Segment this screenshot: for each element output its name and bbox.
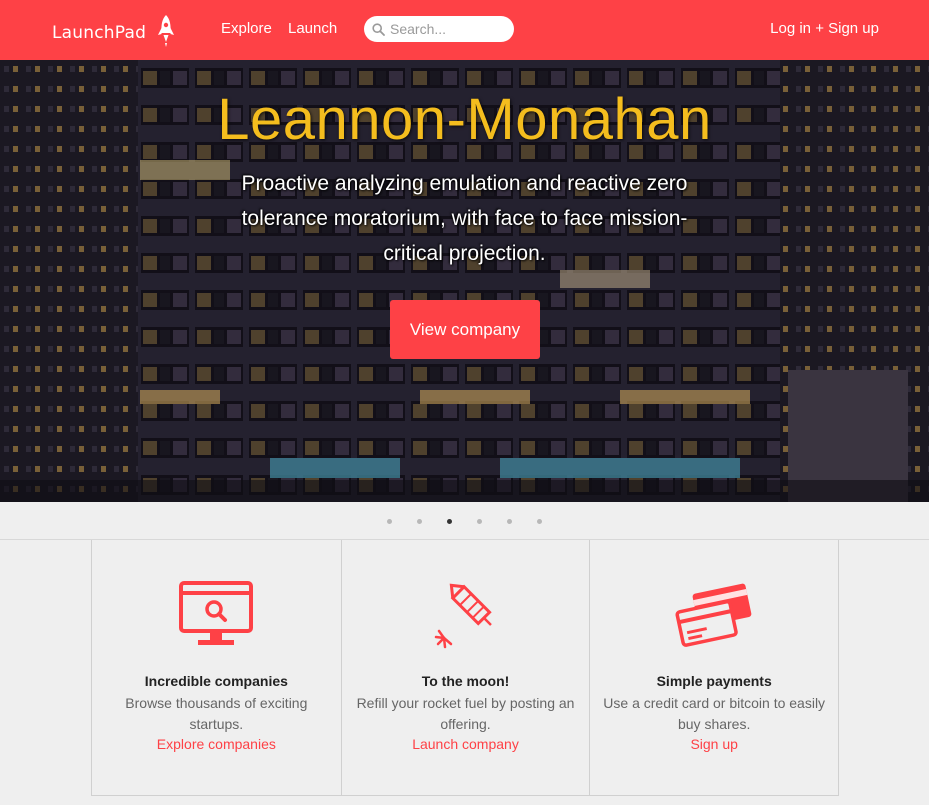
feature-card: To the moon! Refill your rocket fuel by … (340, 540, 590, 795)
carousel-dot[interactable] (477, 519, 482, 524)
nav-launch-link[interactable]: Launch (288, 20, 337, 37)
feature-title: Incredible companies (144, 673, 288, 689)
feature-title: Simple payments (656, 673, 772, 689)
nav-explore-link[interactable]: Explore (221, 20, 272, 37)
hero-subtitle: Proactive analyzing emulation and reacti… (241, 172, 688, 265)
feature-title: To the moon! (421, 673, 510, 689)
carousel-dot-active[interactable] (447, 519, 452, 524)
feature-description: Refill your rocket fuel by posting an of… (356, 695, 575, 732)
search-icon (372, 22, 385, 36)
brand[interactable]: LaunchPad (52, 15, 176, 50)
navbar: LaunchPad Explore Launch Log in + Sign u… (0, 0, 929, 60)
launch-company-link[interactable]: Launch company (342, 736, 590, 752)
feature-description: Browse thousands of exciting startups. (125, 695, 308, 732)
search-input[interactable] (390, 21, 505, 37)
search-box[interactable] (364, 16, 514, 42)
firework-rocket-icon (434, 583, 492, 649)
hero-banner: Leannon-Monahan Proactive analyzing emul… (0, 60, 929, 502)
login-signup-link[interactable]: Log in + Sign up (770, 20, 879, 37)
monitor-search-icon (179, 581, 254, 645)
hero-title: Leannon-Monahan (217, 87, 712, 152)
sign-up-link[interactable]: Sign up (590, 736, 838, 752)
credit-cards-icon (675, 583, 752, 647)
carousel-dot[interactable] (507, 519, 512, 524)
explore-companies-link[interactable]: Explore companies (92, 736, 341, 752)
carousel-dot[interactable] (417, 519, 422, 524)
carousel-indicators (0, 502, 929, 540)
carousel-dot[interactable] (387, 519, 392, 524)
view-company-button[interactable]: View company (390, 300, 540, 359)
features-section: Incredible companies Browse thousands of… (91, 540, 839, 796)
feature-card: Incredible companies Browse thousands of… (92, 540, 341, 795)
feature-description: Use a credit card or bitcoin to easily b… (603, 695, 826, 732)
brand-name: LaunchPad (52, 23, 147, 43)
carousel-dot[interactable] (537, 519, 542, 524)
rocket-logo-icon (158, 15, 175, 47)
feature-card: Simple payments Use a credit card or bit… (589, 540, 838, 795)
